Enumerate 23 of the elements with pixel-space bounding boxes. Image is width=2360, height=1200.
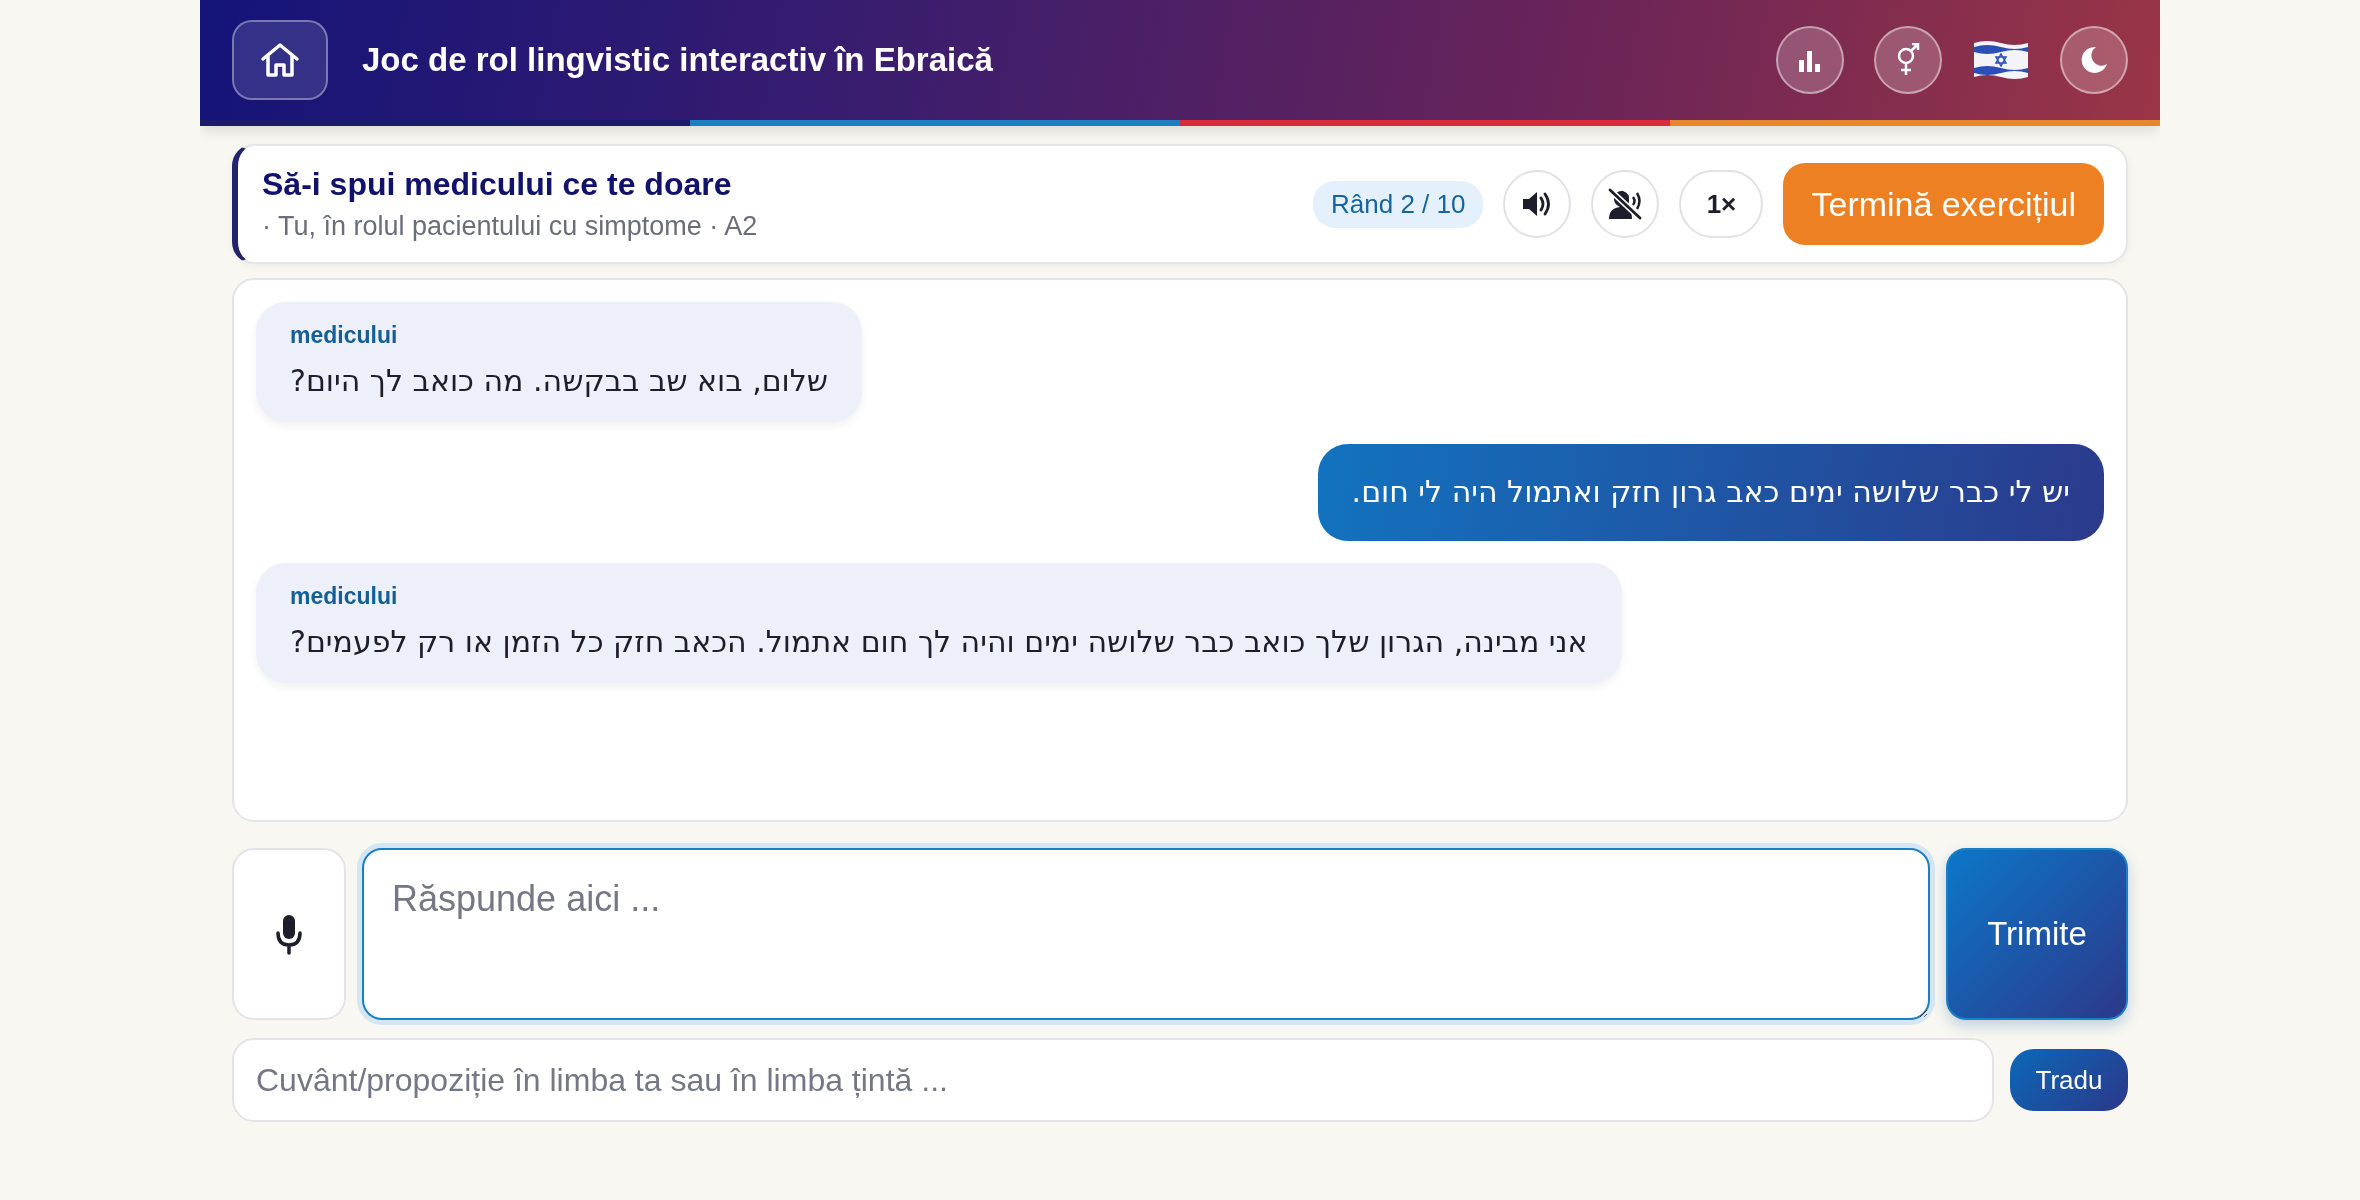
flag-icon[interactable]: [1972, 39, 2030, 81]
send-button[interactable]: Trimite: [1946, 848, 2128, 1020]
voice-off-icon: [1606, 188, 1645, 220]
home-icon: [260, 42, 300, 78]
exercise-title: Să-i spui medicului ce te doare: [262, 166, 733, 203]
speed-button[interactable]: 1×: [1679, 170, 1764, 238]
translate-button[interactable]: Tradu: [2010, 1049, 2128, 1111]
translate-field[interactable]: Cuvânt/propoziție în limba ta sau în limba țintă ...: [232, 1038, 1994, 1122]
microphone-button[interactable]: [232, 848, 346, 1020]
moon-icon: [2079, 45, 2109, 75]
round-counter: Rând 2 / 10: [1313, 180, 1484, 228]
speaker-label: medicului: [290, 583, 399, 610]
message-text: שלום, בוא שב בבקשה. מה כואב לך היום?: [290, 363, 829, 398]
bar-chart-icon: [1797, 48, 1823, 72]
speaker-label: medicului: [290, 322, 399, 349]
message-text: יש לי כבר שלושה ימים כאב גרון חזק ואתמול היה לי חום.: [1351, 474, 2070, 509]
microphone-icon: [275, 913, 303, 955]
home-button[interactable]: [232, 20, 328, 100]
exercise-subtitle: · Tu, în rolul pacientului cu simptome · A2: [262, 211, 758, 242]
gender-icon: [1895, 43, 1921, 77]
app-title: Joc de rol lingvistic interactiv în Ebraică: [362, 41, 994, 79]
message-text: אני מבינה, הגרון שלך כואב כבר שלושה ימים והיה לך חום אתמול. הכאב חזק כל הזמן או רק לפעמים?: [290, 624, 1588, 659]
answer-field[interactable]: Răspunde aici ...: [362, 848, 1930, 1020]
